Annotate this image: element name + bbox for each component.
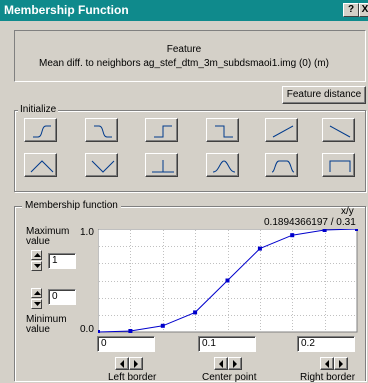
minimum-decrement-button[interactable] [31, 299, 42, 309]
curve-point[interactable] [225, 278, 230, 283]
maximum-value-input[interactable]: 1 [48, 253, 76, 269]
right-arrow-icon [233, 360, 237, 368]
singleton-icon [152, 160, 174, 173]
smaller-than-smooth-shape-button[interactable] [85, 118, 118, 142]
smaller-than-icon [215, 125, 233, 138]
about-range-icon [271, 160, 295, 173]
singleton-shape-button[interactable] [145, 153, 178, 177]
triangle-icon [30, 160, 54, 173]
feature-name: Mean diff. to neighbors ag_stef_dtm_3m_s… [39, 58, 329, 69]
maximum-decrement-button[interactable] [31, 261, 42, 271]
window-title: Membership Function [4, 3, 129, 17]
center-point-input[interactable]: 0.1 [198, 336, 256, 352]
smaller-than-smooth-icon [94, 125, 112, 138]
minimum-value-input[interactable]: 0 [48, 289, 76, 305]
inverted-triangle-shape-button[interactable] [85, 153, 118, 177]
center-point-label: Center point [202, 372, 257, 383]
initialize-group [14, 110, 366, 192]
curve-point[interactable] [355, 229, 358, 231]
left-arrow-icon [120, 360, 124, 368]
right-arrow-icon [134, 360, 138, 368]
right-border-input[interactable]: 0.2 [297, 336, 355, 352]
down-arrow-icon [34, 264, 41, 268]
left-arrow-icon [219, 360, 223, 368]
inverted-triangle-icon [91, 160, 115, 173]
down-arrow-icon [34, 302, 41, 306]
smaller-than-shape-button[interactable] [206, 118, 239, 142]
larger-than-icon [154, 125, 172, 138]
larger-than-smooth-icon [33, 125, 51, 138]
curve-point[interactable] [128, 329, 133, 333]
left-border-decrease-button[interactable] [115, 357, 129, 370]
larger-than-smooth-shape-button[interactable] [24, 118, 57, 142]
initialize-label: Initialize [18, 104, 59, 115]
feature-distance-button[interactable]: Feature distance [282, 86, 366, 104]
linear-decreasing-icon [329, 125, 351, 138]
y-axis-max-label: 1.0 [80, 227, 94, 238]
maximum-increment-button[interactable] [31, 250, 42, 260]
center-point-decrease-button[interactable] [214, 357, 228, 370]
close-button[interactable]: X [359, 3, 368, 17]
left-arrow-icon [325, 360, 329, 368]
linear-increasing-shape-button[interactable] [265, 118, 298, 142]
feature-panel [14, 30, 366, 82]
help-button[interactable]: ? [343, 3, 359, 17]
right-border-decrease-button[interactable] [320, 357, 334, 370]
curve-point[interactable] [193, 310, 198, 315]
full-range-icon [329, 160, 351, 172]
approximate-gaussian-icon [212, 160, 236, 173]
maximum-value-label: Maximum value [26, 226, 70, 247]
minimum-value-label: Minimum value [26, 314, 67, 335]
curve-point[interactable] [322, 229, 327, 232]
curve-point[interactable] [160, 323, 165, 328]
curve-point[interactable] [257, 246, 262, 251]
center-point-increase-button[interactable] [228, 357, 242, 370]
linear-decreasing-shape-button[interactable] [322, 118, 355, 142]
linear-increasing-icon [272, 125, 294, 138]
right-arrow-icon [339, 360, 343, 368]
y-axis-min-label: 0.0 [80, 324, 94, 335]
left-border-label: Left border [108, 372, 157, 383]
membership-function-chart[interactable] [98, 229, 358, 333]
cursor-readout: 0.1894366197 / 0.31 [264, 217, 356, 228]
larger-than-shape-button[interactable] [145, 118, 178, 142]
triangle-shape-button[interactable] [24, 153, 57, 177]
curve-point[interactable] [98, 330, 100, 333]
minimum-increment-button[interactable] [31, 288, 42, 298]
full-range-shape-button[interactable] [322, 153, 355, 177]
right-border-increase-button[interactable] [334, 357, 348, 370]
curve-point[interactable] [290, 233, 295, 238]
left-border-increase-button[interactable] [129, 357, 143, 370]
up-arrow-icon [34, 291, 41, 295]
axis-label: x/y [341, 206, 354, 217]
right-border-label: Right border [300, 372, 356, 383]
feature-heading: Feature [166, 44, 202, 55]
left-border-input[interactable]: 0 [97, 336, 155, 352]
membership-function-label: Membership function [22, 200, 121, 211]
about-range-shape-button[interactable] [265, 153, 298, 177]
approximate-gaussian-shape-button[interactable] [206, 153, 239, 177]
up-arrow-icon [34, 253, 41, 257]
